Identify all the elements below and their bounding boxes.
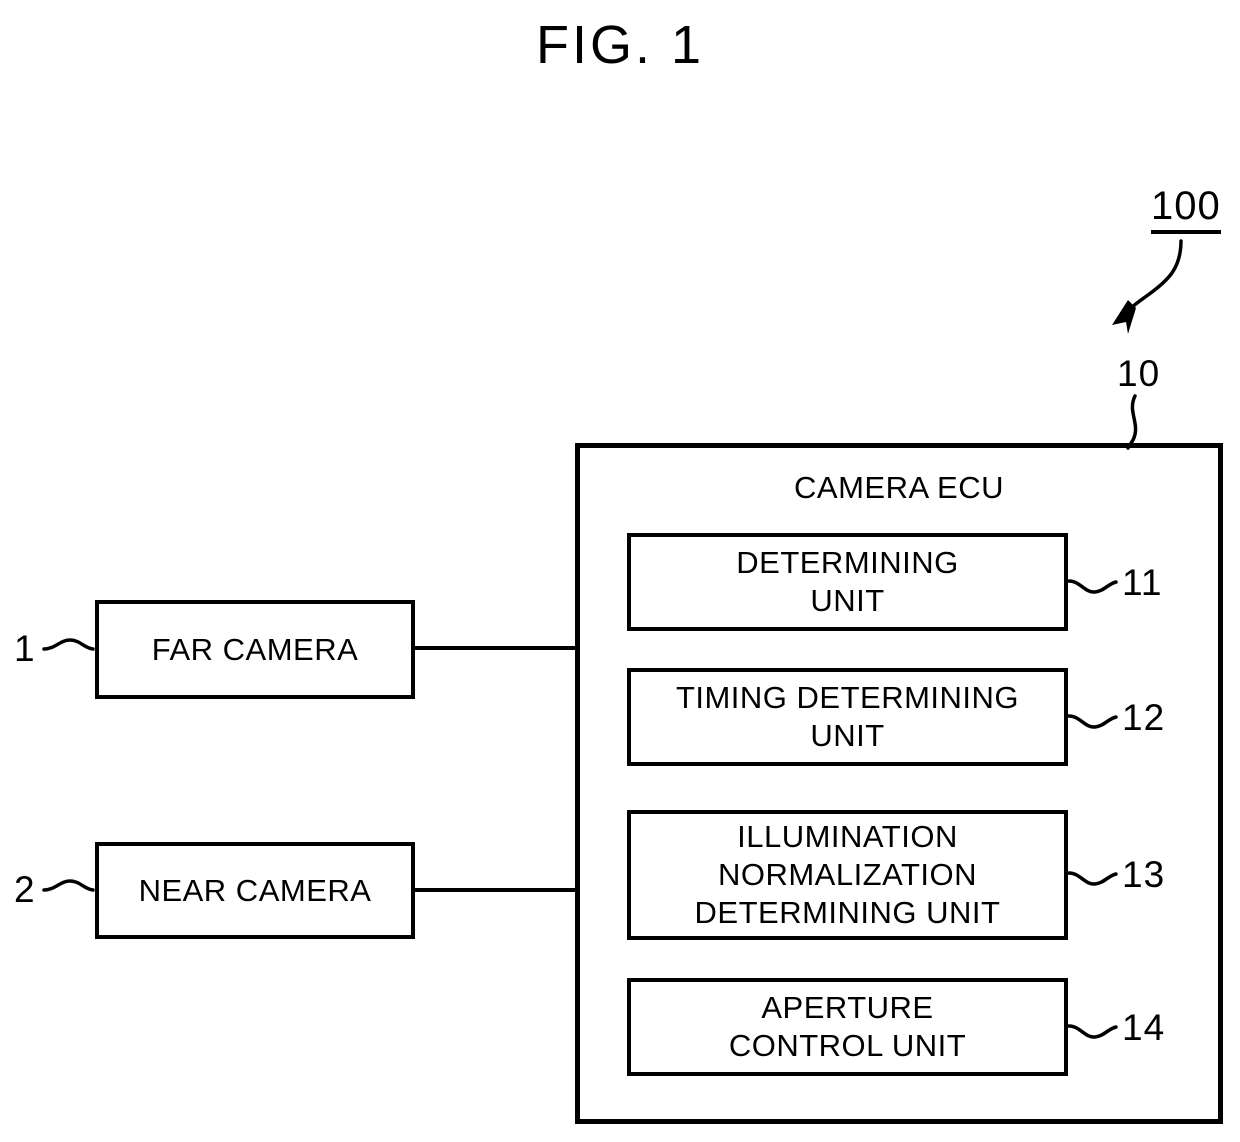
- figure-title: FIG. 1: [535, 15, 705, 75]
- camera-ecu-title: CAMERA ECU: [794, 470, 1004, 505]
- reference-numeral-100: 100: [1151, 186, 1221, 234]
- timing-determining-unit-box: TIMING DETERMINING UNIT: [627, 668, 1068, 766]
- determining-unit-box: DETERMINING UNIT: [627, 533, 1068, 631]
- reference-numeral-2: 2: [14, 869, 36, 910]
- aperture-control-unit-label: APERTURE CONTROL UNIT: [728, 990, 967, 1063]
- illumination-normalization-determining-unit-label: ILLUMINATION NORMALIZATION DETERMINING U…: [694, 819, 1001, 930]
- figure-root: FIG. 1 100 CAMERA ECU 10 DETERMINING UNI…: [0, 0, 1240, 1142]
- far-camera-label: FAR CAMERA: [151, 631, 359, 667]
- connector-far-camera-to-ecu: [412, 646, 579, 650]
- reference-numeral-14: 14: [1122, 1007, 1166, 1048]
- leader-line-2: [42, 879, 95, 892]
- reference-numeral-13: 13: [1122, 854, 1166, 895]
- near-camera-label: NEAR CAMERA: [138, 872, 372, 908]
- arrowhead-100: [1112, 300, 1136, 334]
- reference-numeral-1: 1: [14, 628, 36, 669]
- far-camera-box: FAR CAMERA: [95, 600, 415, 699]
- aperture-control-unit-box: APERTURE CONTROL UNIT: [627, 978, 1068, 1076]
- leader-line-1: [42, 638, 95, 651]
- determining-unit-label: DETERMINING UNIT: [736, 545, 959, 618]
- connector-near-camera-to-ecu: [412, 888, 579, 892]
- leader-arrow-100: [1125, 239, 1183, 314]
- leader-line-10: [1126, 394, 1138, 450]
- reference-numeral-11: 11: [1122, 562, 1163, 603]
- illumination-normalization-determining-unit-box: ILLUMINATION NORMALIZATION DETERMINING U…: [627, 810, 1068, 940]
- timing-determining-unit-label: TIMING DETERMINING UNIT: [675, 680, 1020, 753]
- reference-numeral-10: 10: [1117, 353, 1161, 394]
- near-camera-box: NEAR CAMERA: [95, 842, 415, 939]
- reference-numeral-12: 12: [1122, 697, 1166, 738]
